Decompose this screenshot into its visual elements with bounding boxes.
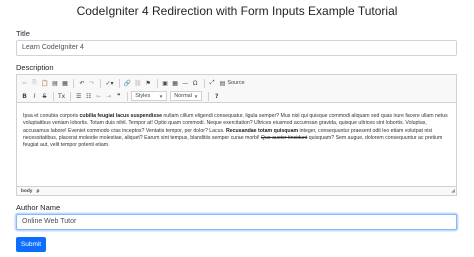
editor-statusbar: body p (17, 186, 456, 195)
bulleted-list-icon[interactable]: ☷ (84, 91, 93, 102)
content-bold-text: cubilia feugiat lacus suspendisse (79, 113, 162, 119)
paste-word-icon[interactable]: ▦ (60, 78, 69, 89)
chevron-down-icon: ▼ (158, 93, 164, 99)
image-icon[interactable]: ▣ (161, 78, 170, 89)
toolbar-separator (53, 91, 54, 101)
styles-dropdown-label: Styles (135, 93, 151, 99)
toolbar-separator (156, 78, 158, 88)
copy-icon[interactable]: ⎘ (30, 78, 39, 89)
toolbar-separator (73, 78, 75, 88)
editor-content[interactable]: Ipsa et conubia corporis cubilia feugiat… (23, 113, 451, 149)
horizontal-line-icon[interactable]: — (181, 78, 190, 89)
paste-text-icon[interactable]: ▤ (50, 78, 59, 89)
undo-icon[interactable]: ↶ (77, 78, 86, 89)
toolbar-separator (70, 91, 72, 101)
resize-handle-icon[interactable]: ◢ (451, 188, 455, 194)
toolbar-separator (203, 78, 205, 88)
source-button[interactable]: ▤ Source (218, 80, 247, 87)
cut-icon[interactable]: ✂ (20, 78, 29, 89)
remove-format-icon[interactable]: Tx (57, 91, 66, 102)
italic-button[interactable]: I (30, 91, 39, 102)
toolbar-separator (208, 91, 210, 101)
blockquote-icon[interactable]: ❞ (114, 91, 123, 102)
author-label: Author Name (16, 203, 61, 212)
indent-icon[interactable]: ⇥ (104, 91, 113, 102)
description-label: Description (16, 63, 54, 72)
element-path-body[interactable]: body (21, 189, 32, 194)
title-label: Title (16, 29, 30, 38)
table-icon[interactable]: ▦ (171, 78, 180, 89)
element-path-p[interactable]: p (36, 189, 39, 194)
editor-toolbar: ✂ ⎘ 📋 ▤ ▦ ↶ ↷ ✓▾ 🔗 ⛓ ⚑ ▣ ▦ — Ω ⤢ ▤ Sourc… (17, 75, 456, 103)
toolbar-separator (100, 78, 102, 88)
source-icon: ▤ (219, 80, 226, 87)
spellcheck-icon[interactable]: ✓▾ (104, 78, 114, 89)
maximize-icon[interactable]: ⤢ (208, 78, 217, 89)
description-editor[interactable]: ✂ ⎘ 📋 ▤ ▦ ↶ ↷ ✓▾ 🔗 ⛓ ⚑ ▣ ▦ — Ω ⤢ ▤ Sourc… (16, 74, 457, 196)
numbered-list-icon[interactable]: ☰ (74, 91, 83, 102)
styles-dropdown[interactable]: Styles ▼ (131, 91, 168, 101)
submit-button[interactable]: Submit (16, 237, 46, 252)
redo-icon[interactable]: ↷ (87, 78, 96, 89)
paste-icon[interactable]: 📋 (40, 78, 49, 89)
link-icon[interactable]: 🔗 (123, 78, 132, 89)
strike-button[interactable]: S (40, 91, 49, 102)
anchor-icon[interactable]: ⚑ (144, 78, 153, 89)
source-label: Source (227, 80, 245, 86)
format-dropdown[interactable]: Normal ▼ (170, 91, 203, 101)
page-title: CodeIgniter 4 Redirection with Form Inpu… (76, 4, 398, 18)
toolbar-separator (118, 78, 120, 88)
help-button[interactable]: ? (212, 91, 221, 102)
content-strike-text: Quo auctor tincidunt (260, 134, 308, 141)
format-dropdown-label: Normal (174, 93, 192, 99)
bold-button[interactable]: B (20, 91, 29, 102)
outdent-icon[interactable]: ⇤ (94, 91, 103, 102)
chevron-down-icon: ▼ (193, 93, 199, 99)
title-input[interactable]: Learn CodeIgniter 4 (16, 40, 457, 56)
unlink-icon[interactable]: ⛓ (133, 78, 143, 89)
author-input[interactable]: Online Web Tutor (16, 214, 457, 230)
content-text: Ipsa et conubia corporis (23, 113, 80, 119)
toolbar-separator (127, 91, 129, 101)
content-bold-text: Recusandae totam quisquam (226, 127, 299, 134)
special-char-icon[interactable]: Ω (191, 78, 200, 89)
